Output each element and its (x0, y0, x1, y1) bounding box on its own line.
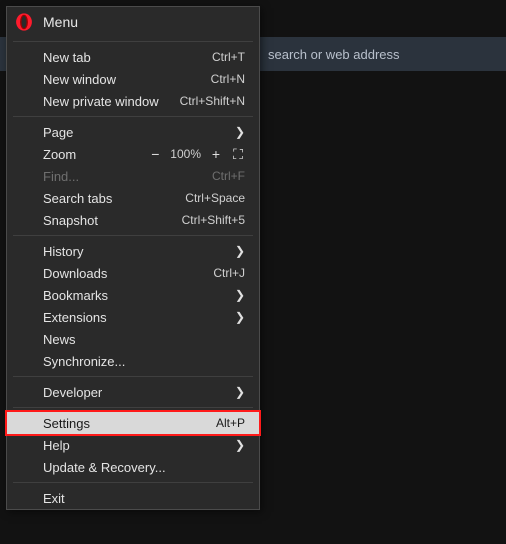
menu-title: Menu (43, 14, 78, 30)
separator (13, 482, 253, 483)
menu-label: Settings (43, 416, 216, 431)
menu-shortcut: Ctrl+Shift+N (180, 94, 245, 108)
menu-item-downloads[interactable]: Downloads Ctrl+J (7, 262, 259, 284)
zoom-in-button[interactable]: + (209, 147, 223, 161)
menu-item-search-tabs[interactable]: Search tabs Ctrl+Space (7, 187, 259, 209)
menu-label: Search tabs (43, 191, 185, 206)
chevron-right-icon: ❯ (235, 438, 245, 452)
menu-item-new-private-window[interactable]: New private window Ctrl+Shift+N (7, 90, 259, 112)
menu-label: Synchronize... (43, 354, 245, 369)
menu-item-update-recovery[interactable]: Update & Recovery... (7, 456, 259, 478)
main-menu: Menu New tab Ctrl+T New window Ctrl+N Ne… (6, 6, 260, 510)
menu-shortcut: Ctrl+N (211, 72, 245, 86)
menu-label: Developer (43, 385, 235, 400)
menu-label: New tab (43, 50, 212, 65)
menu-label: Downloads (43, 266, 213, 281)
menu-item-new-tab[interactable]: New tab Ctrl+T (7, 46, 259, 68)
chevron-right-icon: ❯ (235, 310, 245, 324)
menu-item-snapshot[interactable]: Snapshot Ctrl+Shift+5 (7, 209, 259, 231)
separator (13, 41, 253, 42)
menu-label: News (43, 332, 245, 347)
menu-label: Snapshot (43, 213, 182, 228)
separator (13, 116, 253, 117)
separator (13, 235, 253, 236)
menu-header: Menu (7, 7, 259, 37)
separator (13, 376, 253, 377)
menu-shortcut: Alt+P (216, 416, 245, 430)
menu-item-history[interactable]: History ❯ (7, 240, 259, 262)
zoom-out-button[interactable]: − (148, 147, 162, 161)
menu-label: Find... (43, 169, 212, 184)
separator (13, 407, 253, 408)
menu-item-bookmarks[interactable]: Bookmarks ❯ (7, 284, 259, 306)
menu-item-extensions[interactable]: Extensions ❯ (7, 306, 259, 328)
menu-item-settings[interactable]: Settings Alt+P (7, 412, 259, 434)
menu-label: History (43, 244, 235, 259)
menu-label: Bookmarks (43, 288, 235, 303)
menu-label: New window (43, 72, 211, 87)
opera-logo-icon (15, 13, 33, 31)
address-bar-placeholder-fragment: search or web address (268, 47, 400, 62)
menu-label: Zoom (43, 147, 148, 162)
menu-shortcut: Ctrl+T (212, 50, 245, 64)
menu-label: Update & Recovery... (43, 460, 245, 475)
menu-item-find: Find... Ctrl+F (7, 165, 259, 187)
menu-shortcut: Ctrl+J (213, 266, 245, 280)
menu-item-help[interactable]: Help ❯ (7, 434, 259, 456)
menu-shortcut: Ctrl+Space (185, 191, 245, 205)
menu-item-developer[interactable]: Developer ❯ (7, 381, 259, 403)
chevron-right-icon: ❯ (235, 125, 245, 139)
zoom-value: 100% (170, 147, 201, 161)
menu-label: New private window (43, 94, 180, 109)
menu-shortcut: Ctrl+F (212, 169, 245, 183)
menu-item-synchronize[interactable]: Synchronize... (7, 350, 259, 372)
menu-label: Help (43, 438, 235, 453)
fullscreen-icon[interactable]: ⛶ (231, 147, 245, 161)
menu-item-page[interactable]: Page ❯ (7, 121, 259, 143)
menu-item-zoom[interactable]: Zoom − 100% + ⛶ (7, 143, 259, 165)
menu-item-exit[interactable]: Exit (7, 487, 259, 509)
menu-shortcut: Ctrl+Shift+5 (182, 213, 245, 227)
menu-label: Exit (43, 491, 245, 506)
menu-item-new-window[interactable]: New window Ctrl+N (7, 68, 259, 90)
chevron-right-icon: ❯ (235, 244, 245, 258)
chevron-right-icon: ❯ (235, 385, 245, 399)
menu-label: Page (43, 125, 235, 140)
menu-item-news[interactable]: News (7, 328, 259, 350)
chevron-right-icon: ❯ (235, 288, 245, 302)
menu-label: Extensions (43, 310, 235, 325)
